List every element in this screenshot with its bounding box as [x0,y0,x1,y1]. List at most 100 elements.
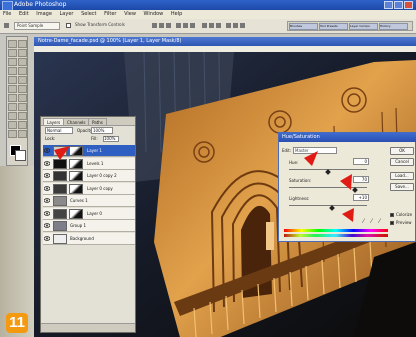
saturation-slider-thumb[interactable] [352,187,359,193]
tab-channels[interactable]: Channels [63,118,90,125]
layer-thumbnail[interactable] [53,183,67,194]
healing-brush-tool-icon[interactable] [8,67,17,75]
layer-row[interactable]: Background [43,232,135,245]
align-middle-icon[interactable] [159,23,164,28]
layer-row[interactable]: Levels 1 [43,157,135,170]
hue-slider[interactable] [289,169,367,175]
pen-tool-icon[interactable] [8,112,17,120]
distribute-top-icon[interactable] [202,23,207,28]
saturation-input[interactable]: 70 [353,176,369,183]
eraser-tool-icon[interactable] [8,85,17,93]
align-center-icon[interactable] [183,23,188,28]
layer-mask-thumbnail[interactable] [69,146,83,156]
eyedropper-plus-icon[interactable]: ⁄ [371,219,377,225]
saturation-slider[interactable] [289,187,367,193]
menu-file[interactable]: File [0,10,14,19]
layer-row[interactable]: Group 1 [43,220,135,232]
maximize-button[interactable] [394,1,403,9]
cancel-button[interactable]: Cancel [390,158,414,166]
align-top-icon[interactable] [152,23,157,28]
slice-tool-icon[interactable] [18,58,27,66]
visibility-eye-icon[interactable] [43,148,51,153]
clone-stamp-tool-icon[interactable] [8,76,17,84]
layer-row[interactable]: Layer 1 [43,145,135,157]
palette-tab-history[interactable]: History [379,23,408,30]
layer-thumbnail[interactable] [53,146,67,156]
layer-thumbnail[interactable] [53,158,67,169]
tool-preset-icon[interactable] [4,23,9,28]
layer-row[interactable]: Layer 0 copy [43,182,135,195]
fill-input[interactable]: 100% [103,136,119,142]
distribute-left-icon[interactable] [226,23,231,28]
colorize-checkbox[interactable] [390,213,394,217]
eyedropper-tool-icon[interactable] [18,121,27,129]
visibility-eye-icon[interactable] [43,223,51,228]
hand-tool-icon[interactable] [8,130,17,138]
path-selection-tool-icon[interactable] [8,103,17,111]
lightness-slider[interactable] [289,205,367,211]
layer-thumbnail[interactable] [53,233,67,244]
type-tool-icon[interactable] [18,103,27,111]
layer-row[interactable]: Curves 1 [43,195,135,207]
lightness-slider-thumb[interactable] [329,205,335,211]
visibility-eye-icon[interactable] [43,210,51,216]
edit-select[interactable]: Master [293,147,337,154]
background-color-swatch[interactable] [15,150,26,161]
tab-layers[interactable]: Layers [43,118,65,125]
layer-row[interactable]: Layer 0 [43,207,135,220]
visibility-eye-icon[interactable] [43,173,51,178]
dodge-tool-icon[interactable] [18,94,27,102]
distribute-bottom-icon[interactable] [216,23,221,28]
sample-size-select[interactable]: Point Sample [14,22,60,30]
menu-layer[interactable]: Layer [57,10,77,19]
notes-tool-icon[interactable] [8,121,17,129]
history-brush-tool-icon[interactable] [18,76,27,84]
align-right-icon[interactable] [190,23,195,28]
hue-input[interactable]: 0 [353,158,369,165]
show-transform-checkbox[interactable] [66,23,71,28]
blend-mode-select[interactable]: Normal [45,127,73,134]
gradient-tool-icon[interactable] [18,85,27,93]
distribute-center-icon[interactable] [233,23,238,28]
brush-tool-icon[interactable] [18,67,27,75]
blur-tool-icon[interactable] [8,94,17,102]
crop-tool-icon[interactable] [8,58,17,66]
shape-tool-icon[interactable] [18,112,27,120]
close-button[interactable] [404,1,413,9]
menu-view[interactable]: View [121,10,139,19]
preview-checkbox[interactable] [390,221,394,225]
distribute-right-icon[interactable] [240,23,245,28]
magic-wand-tool-icon[interactable] [18,49,27,57]
menu-select[interactable]: Select [78,10,99,19]
layer-thumbnail[interactable] [53,221,67,231]
align-left-icon[interactable] [176,23,181,28]
eyedropper-minus-icon[interactable]: ⁄ [379,219,385,225]
marquee-tool-icon[interactable] [18,40,27,48]
menu-window[interactable]: Window [141,10,167,19]
palette-tab-brushes[interactable]: Brushes [289,23,318,30]
ok-button[interactable]: OK [390,147,414,155]
visibility-eye-icon[interactable] [43,160,51,166]
menu-image[interactable]: Image [33,10,55,19]
layer-mask-thumbnail[interactable] [69,158,83,169]
save-button[interactable]: Save... [390,183,414,191]
visibility-eye-icon[interactable] [43,198,51,203]
layer-mask-thumbnail[interactable] [69,183,83,194]
menu-help[interactable]: Help [168,10,185,19]
zoom-tool-icon[interactable] [18,130,27,138]
layer-mask-thumbnail[interactable] [69,208,83,219]
opacity-input[interactable]: 100% [91,127,113,134]
layer-mask-thumbnail[interactable] [69,171,83,181]
move-tool-icon[interactable] [8,40,17,48]
minimize-button[interactable] [384,1,393,9]
layer-row[interactable]: Layer 0 copy 2 [43,170,135,182]
load-button[interactable]: Load... [390,172,414,180]
align-bottom-icon[interactable] [166,23,171,28]
layer-thumbnail[interactable] [53,171,67,181]
lasso-tool-icon[interactable] [8,49,17,57]
lightness-input[interactable]: +10 [353,194,369,201]
palette-tab-layer-comps[interactable]: Layer Comps [349,23,378,30]
distribute-middle-icon[interactable] [209,23,214,28]
tab-paths[interactable]: Paths [88,118,107,125]
hue-slider-thumb[interactable] [325,169,331,175]
